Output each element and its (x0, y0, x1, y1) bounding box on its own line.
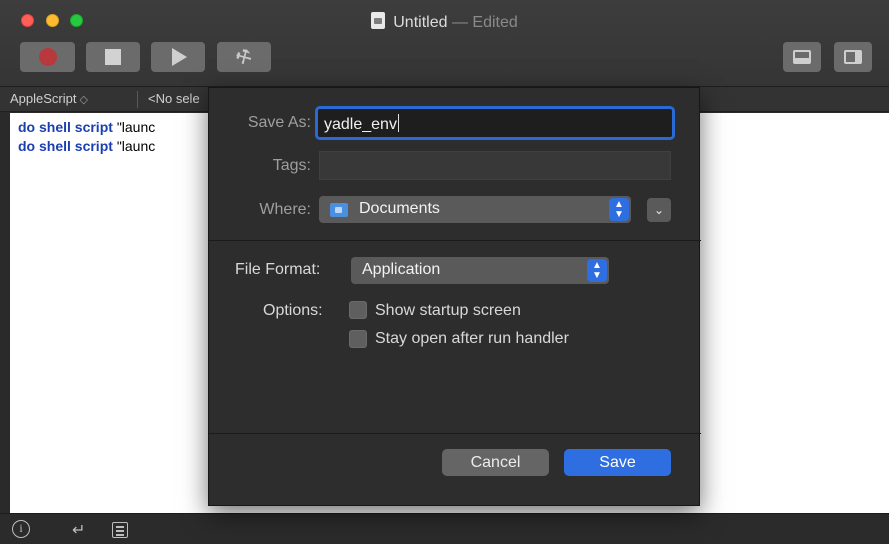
show-startup-screen-label[interactable]: Show startup screen (375, 302, 521, 320)
file-format-label: File Format: (235, 261, 321, 278)
file-format-value: Application (362, 261, 441, 278)
language-label: AppleScript (10, 91, 77, 106)
file-format-popup[interactable]: Application ▲ ▼ (351, 257, 609, 284)
compile-button[interactable]: ⚒ (217, 42, 271, 72)
expand-dialog-button[interactable]: ⌄ (647, 198, 671, 222)
side-pane-icon (844, 50, 862, 64)
stay-open-label[interactable]: Stay open after run handler (375, 330, 569, 348)
chevron-down-icon: ⌄ (653, 203, 665, 217)
code-text: "launc (116, 119, 156, 135)
bottom-bar: i ↵ (0, 513, 889, 544)
save-as-label: Save As: (247, 114, 311, 131)
list-icon[interactable] (112, 522, 128, 538)
window-title-text: Untitled (393, 14, 448, 31)
language-popup[interactable]: AppleScript ◇ (10, 91, 88, 106)
code-keyword: do shell script (18, 138, 113, 154)
document-icon (371, 12, 386, 29)
cancel-button[interactable]: Cancel (442, 449, 549, 476)
save-as-value: yadle_env (324, 116, 397, 133)
divider (209, 433, 701, 434)
bottom-pane-icon (793, 50, 811, 64)
selection-popup[interactable]: <No sele (148, 91, 200, 106)
divider (209, 240, 701, 241)
text-caret (397, 114, 399, 132)
stop-icon (105, 49, 121, 65)
save-as-input[interactable]: yadle_env (315, 106, 675, 140)
return-icon[interactable]: ↵ (72, 520, 85, 540)
navbar-divider (137, 91, 138, 108)
record-button[interactable] (20, 42, 75, 72)
stop-button[interactable] (86, 42, 140, 72)
show-bottom-pane-button[interactable] (783, 42, 821, 72)
popup-chevron-icon: ▲ ▼ (587, 259, 607, 282)
show-startup-screen-checkbox[interactable] (349, 301, 367, 319)
play-icon (172, 48, 187, 66)
show-side-pane-button[interactable] (834, 42, 872, 72)
hammer-icon: ⚒ (231, 43, 256, 70)
stay-open-checkbox[interactable] (349, 330, 367, 348)
save-dialog: Save As: yadle_env Tags: Where: Document… (208, 87, 701, 506)
options-label: Options: (263, 302, 323, 319)
code-line: do shell script "launc (18, 119, 155, 135)
tags-input[interactable] (319, 151, 671, 180)
info-icon[interactable]: i (12, 520, 30, 538)
where-value: Documents (359, 200, 440, 217)
folder-icon (330, 203, 348, 217)
tags-label: Tags: (272, 157, 311, 174)
chevron-updown-icon: ◇ (79, 94, 88, 106)
window-titlebar: Untitled — Edited ⚒ (0, 0, 889, 87)
code-line: do shell script "launc (18, 138, 155, 154)
record-icon (38, 48, 57, 66)
window-title: Untitled — Edited (0, 12, 889, 32)
where-popup[interactable]: Documents ▲ ▼ (319, 196, 631, 223)
code-keyword: do shell script (18, 119, 113, 135)
where-label: Where: (259, 201, 311, 218)
save-button[interactable]: Save (564, 449, 671, 476)
popup-chevron-icon: ▲ ▼ (609, 198, 629, 221)
window-title-separator: — (451, 14, 468, 31)
window-title-status: Edited (472, 14, 518, 31)
code-text: "launc (116, 138, 156, 154)
run-button[interactable] (151, 42, 205, 72)
